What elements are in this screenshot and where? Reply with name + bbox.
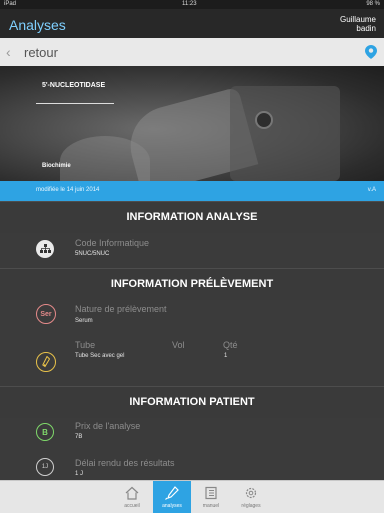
price-value: 7B xyxy=(75,434,83,440)
status-bar: iPad 11:23 98 % xyxy=(0,0,384,9)
list-item-tube: Tube Vol Qté Tube Sec avec gel 1 xyxy=(0,336,384,386)
section-title: INFORMATION ANALYSE xyxy=(126,211,258,223)
section-header-prelevement: INFORMATION PRÉLÈVEMENT xyxy=(0,268,384,300)
status-time: 11:23 xyxy=(182,1,197,7)
tab-manuel[interactable]: manuel xyxy=(192,481,230,513)
nav-bar: ‹ retour xyxy=(0,38,384,66)
network-icon xyxy=(39,244,51,253)
hero-photo-knob xyxy=(255,111,273,129)
list-item-prix: B Prix de l'analyse 7B xyxy=(0,417,384,453)
tab-label: accueil xyxy=(124,503,140,509)
section-title: INFORMATION PATIENT xyxy=(129,396,255,408)
pipette-icon xyxy=(165,486,179,500)
user-last-name: badin xyxy=(356,24,376,33)
section-title: INFORMATION PRÉLÈVEMENT xyxy=(110,278,274,290)
price-label: Prix de l'analyse xyxy=(75,421,141,431)
nature-label: Nature de prélèvement xyxy=(75,304,167,314)
hero-image: 5'-NUCLEOTIDASE Biochimie xyxy=(0,66,384,181)
code-value: 5NUC/5NUC xyxy=(75,251,110,257)
code-icon xyxy=(36,240,54,258)
location-button[interactable] xyxy=(358,38,384,66)
section-header-patient: INFORMATION PATIENT xyxy=(0,386,384,418)
tab-bar: accueil analyses manuel réglages xyxy=(0,480,384,513)
price-icon: B xyxy=(36,423,54,441)
serum-icon: Ser xyxy=(36,304,56,324)
test-tube-icon xyxy=(42,356,50,368)
user-first-name: Guillaume xyxy=(339,15,376,24)
back-button[interactable]: retour xyxy=(24,45,58,60)
list-item-nature: Ser Nature de prélèvement Serum xyxy=(0,299,384,336)
delay-value: 1 J xyxy=(75,471,84,477)
title-divider xyxy=(36,103,114,104)
tube-icon xyxy=(36,352,56,372)
list-item-code: Code Informatique 5NUC/5NUC xyxy=(0,232,384,268)
analysis-category: Biochimie xyxy=(42,163,71,169)
delay-icon: 1J xyxy=(36,458,54,476)
tab-label: analyses xyxy=(162,503,182,509)
tube-column-header: Tube xyxy=(75,340,96,350)
home-icon xyxy=(125,486,139,500)
tab-reglages[interactable]: réglages xyxy=(232,481,270,513)
user-name[interactable]: Guillaume badin xyxy=(340,15,376,33)
location-pin-icon xyxy=(365,45,377,59)
tab-analyses[interactable]: analyses xyxy=(153,481,191,513)
list-item-delai: 1J Délai rendu des résultats 1 J xyxy=(0,453,384,480)
book-icon xyxy=(205,486,217,500)
tab-label: réglages xyxy=(241,503,261,509)
section-header-analyse: INFORMATION ANALYSE xyxy=(0,201,384,233)
tab-label: manuel xyxy=(202,503,220,509)
delay-label: Délai rendu des résultats xyxy=(75,458,175,468)
quantity-value: 1 xyxy=(224,353,228,359)
volume-column-header: Vol xyxy=(172,340,185,350)
gear-icon xyxy=(245,487,257,499)
page-title: Analyses xyxy=(9,17,66,33)
modified-date: modifiée le 14 juin 2014 xyxy=(36,187,100,193)
quantity-column-header: Qté xyxy=(223,340,238,350)
app-header: Analyses Guillaume badin xyxy=(0,9,384,38)
analysis-title: 5'-NUCLEOTIDASE xyxy=(42,82,106,89)
tube-value: Tube Sec avec gel xyxy=(75,353,125,359)
hero-photo-machine xyxy=(230,86,340,181)
nature-value: Serum xyxy=(75,318,93,324)
modification-bar: modifiée le 14 juin 2014 v.A xyxy=(0,181,384,201)
back-chevron-icon[interactable]: ‹ xyxy=(6,44,11,60)
battery-level: 98 % xyxy=(366,1,380,7)
version-label: v.A xyxy=(367,187,376,193)
tab-accueil[interactable]: accueil xyxy=(113,481,151,513)
code-label: Code Informatique xyxy=(75,238,150,248)
device-name: iPad xyxy=(4,1,17,7)
